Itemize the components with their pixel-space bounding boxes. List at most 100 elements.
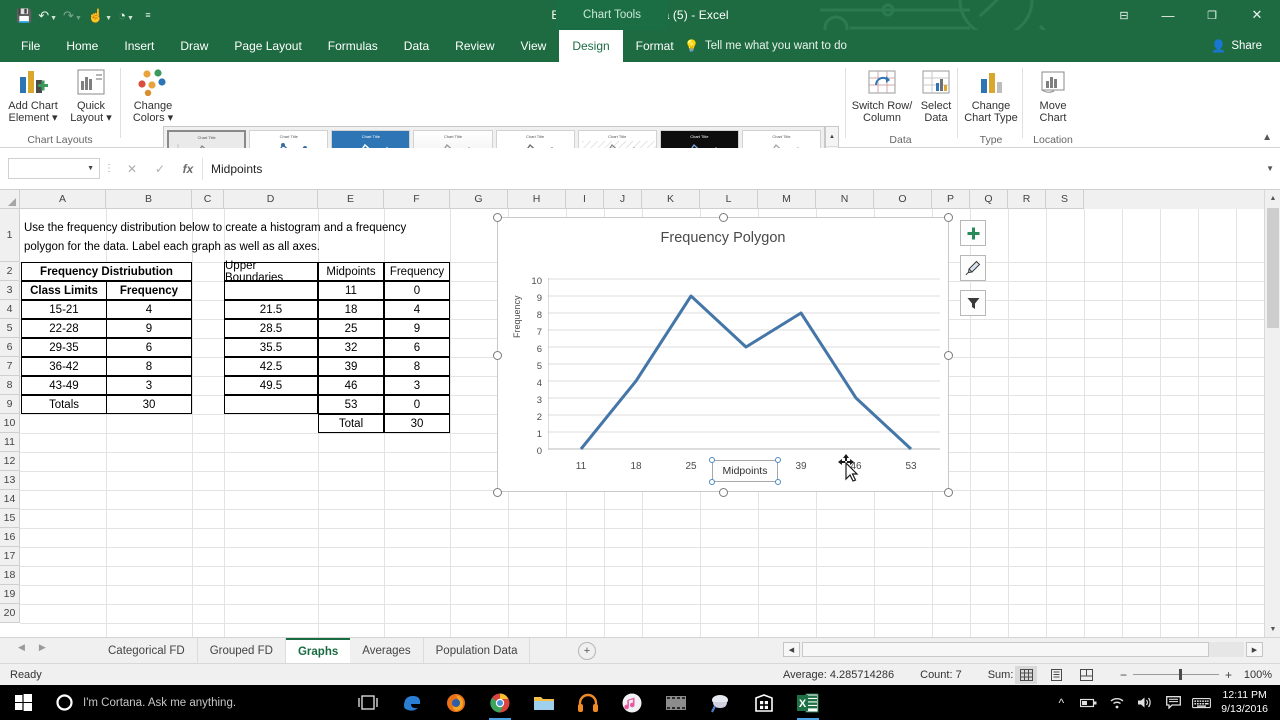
axis-title-handle-br[interactable] xyxy=(775,479,781,485)
sheet-tab-categorical-fd[interactable]: Categorical FD xyxy=(96,638,198,664)
close-icon[interactable]: ✕ xyxy=(1234,0,1280,30)
column-header-s[interactable]: S xyxy=(1046,190,1084,209)
confirm-entry-icon[interactable]: ✓ xyxy=(146,158,174,180)
cell-right-ub-6[interactable]: 49.5 xyxy=(224,376,318,395)
collapse-ribbon-icon[interactable]: ▲ xyxy=(1262,132,1272,143)
tab-page-layout[interactable]: Page Layout xyxy=(221,30,314,62)
row-header-19[interactable]: 19 xyxy=(0,585,20,604)
row-header-6[interactable]: 6 xyxy=(0,338,20,357)
formula-input[interactable]: Midpoints xyxy=(202,157,1258,180)
action-center-icon[interactable] xyxy=(1159,685,1187,720)
cell-left-class-2[interactable]: 22-28 xyxy=(21,319,107,338)
taskbar-file-explorer-icon[interactable] xyxy=(522,685,566,720)
tell-me-search[interactable]: 💡 Tell me what you want to do xyxy=(684,30,847,62)
cell-right-ub-3[interactable]: 28.5 xyxy=(224,319,318,338)
cell-left-freq-1[interactable]: 4 xyxy=(106,300,192,319)
row-header-13[interactable]: 13 xyxy=(0,471,20,490)
cell-left-class-5[interactable]: 43-49 xyxy=(21,376,107,395)
column-header-e[interactable]: E xyxy=(318,190,384,209)
row-header-3[interactable]: 3 xyxy=(0,281,20,300)
quick-layout-button[interactable]: Quick Layout ▾ xyxy=(60,66,122,134)
cell-right-ub-4[interactable]: 35.5 xyxy=(224,338,318,357)
chart-plot-area[interactable] xyxy=(548,278,940,456)
taskbar-microsoft-store-icon[interactable] xyxy=(742,685,786,720)
cell-right-mid-7[interactable]: 53 xyxy=(318,395,384,414)
cell-right-mid-5[interactable]: 39 xyxy=(318,357,384,376)
sheet-tab-population-data[interactable]: Population Data xyxy=(424,638,531,664)
chart-object[interactable]: Frequency Polygon Frequency 10 9 8 7 6 5… xyxy=(493,213,953,497)
column-header-n[interactable]: N xyxy=(816,190,874,209)
cell-left-table-title[interactable]: Frequency Distriubution xyxy=(21,262,192,281)
cell-right-freq-2[interactable]: 4 xyxy=(384,300,450,319)
cell-left-header-frequency[interactable]: Frequency xyxy=(106,281,192,300)
start-button[interactable] xyxy=(0,685,46,720)
scroll-down-icon[interactable]: ▼ xyxy=(1265,621,1280,637)
cell-left-totals-value[interactable]: 30 xyxy=(106,395,192,414)
cell-right-freq-4[interactable]: 6 xyxy=(384,338,450,357)
cell-left-class-4[interactable]: 36-42 xyxy=(21,357,107,376)
page-break-preview-button[interactable] xyxy=(1075,666,1097,684)
row-header-5[interactable]: 5 xyxy=(0,319,20,338)
column-header-k[interactable]: K xyxy=(642,190,700,209)
chart-x-axis-title[interactable]: Midpoints xyxy=(712,460,778,482)
row-header-20[interactable]: 20 xyxy=(0,604,20,623)
axis-title-handle-bl[interactable] xyxy=(709,479,715,485)
sheet-tab-averages[interactable]: Averages xyxy=(350,638,424,664)
zoom-slider-knob[interactable] xyxy=(1179,669,1183,680)
chart-handle-bottom-left[interactable] xyxy=(493,488,502,497)
page-layout-view-button[interactable] xyxy=(1045,666,1067,684)
taskbar-clock[interactable]: 12:11 PM 9/13/2016 xyxy=(1215,689,1280,716)
row-header-12[interactable]: 12 xyxy=(0,452,20,471)
select-all-corner[interactable] xyxy=(0,190,20,209)
battery-icon[interactable] xyxy=(1075,685,1103,720)
column-header-j[interactable]: J xyxy=(604,190,642,209)
cell-right-mid-1[interactable]: 11 xyxy=(318,281,384,300)
cell-right-ub-2[interactable]: 21.5 xyxy=(224,300,318,319)
cell-left-header-class-limits[interactable]: Class Limits xyxy=(21,281,107,300)
row-header-2[interactable]: 2 xyxy=(0,262,20,281)
horizontal-scroll-track[interactable] xyxy=(802,642,1244,657)
task-view-button[interactable] xyxy=(346,685,390,720)
cell-right-header-midpoints[interactable]: Midpoints xyxy=(318,262,384,281)
tab-format[interactable]: Format xyxy=(623,30,687,62)
chart-handle-top-center[interactable] xyxy=(719,213,728,222)
change-colors-button[interactable]: Change Colors ▾ xyxy=(122,66,184,134)
cell-right-ub-1[interactable] xyxy=(224,281,318,300)
row-header-11[interactable]: 11 xyxy=(0,433,20,452)
chart-title[interactable]: Frequency Polygon xyxy=(498,230,948,246)
show-hidden-icons-icon[interactable]: ^ xyxy=(1047,685,1075,720)
sheet-nav-next-icon[interactable]: ▶ xyxy=(39,642,46,653)
gallery-scroll-up-icon[interactable]: ▲ xyxy=(826,127,838,148)
cell-left-freq-2[interactable]: 9 xyxy=(106,319,192,338)
row-header-18[interactable]: 18 xyxy=(0,566,20,585)
cell-instruction-line1[interactable]: Use the frequency distribution below to … xyxy=(24,219,484,237)
cell-right-freq-1[interactable]: 0 xyxy=(384,281,450,300)
sheet-tab-graphs[interactable]: Graphs xyxy=(285,638,351,664)
column-header-r[interactable]: R xyxy=(1008,190,1046,209)
cell-right-header-upper-boundaries[interactable]: Upper Boundaries xyxy=(224,260,318,284)
cell-right-freq-5[interactable]: 8 xyxy=(384,357,450,376)
chart-handle-bottom-right[interactable] xyxy=(944,488,953,497)
chart-handle-mid-left[interactable] xyxy=(493,351,502,360)
cell-right-freq-7[interactable]: 0 xyxy=(384,395,450,414)
row-header-8[interactable]: 8 xyxy=(0,376,20,395)
cell-right-total-label[interactable]: Total xyxy=(318,414,384,433)
column-header-g[interactable]: G xyxy=(450,190,508,209)
cell-instruction-line2[interactable]: polygon for the data. Label each graph a… xyxy=(24,238,484,256)
cell-right-ub-5[interactable]: 42.5 xyxy=(224,357,318,376)
taskbar-chrome-icon[interactable] xyxy=(478,685,522,720)
taskbar-excel-icon[interactable]: X xyxy=(786,685,830,720)
row-header-15[interactable]: 15 xyxy=(0,509,20,528)
ribbon-display-options-icon[interactable]: ⊟ xyxy=(1102,0,1146,30)
expand-formula-bar-icon[interactable]: ▼ xyxy=(1266,164,1274,173)
chart-handle-top-left[interactable] xyxy=(493,213,502,222)
taskbar-video-icon[interactable] xyxy=(654,685,698,720)
column-header-b[interactable]: B xyxy=(106,190,192,209)
cell-right-mid-4[interactable]: 32 xyxy=(318,338,384,357)
column-header-a[interactable]: A xyxy=(20,190,106,209)
select-data-button[interactable]: Select Data xyxy=(914,66,958,134)
cell-left-class-1[interactable]: 15-21 xyxy=(21,300,107,319)
row-header-9[interactable]: 9 xyxy=(0,395,20,414)
cell-right-mid-6[interactable]: 46 xyxy=(318,376,384,395)
share-button[interactable]: 👤 Share xyxy=(1203,34,1270,58)
